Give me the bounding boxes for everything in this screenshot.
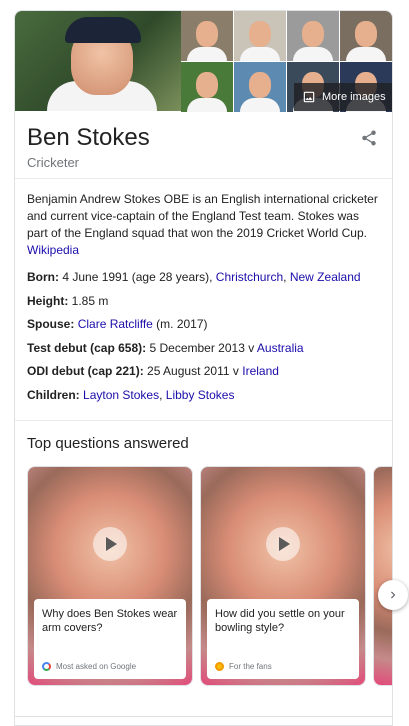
share-icon[interactable] bbox=[360, 129, 378, 147]
thumbnail-image[interactable] bbox=[287, 11, 339, 61]
top-questions-section: Top questions answered Why does Ben Stok… bbox=[15, 421, 392, 688]
play-icon[interactable] bbox=[266, 527, 300, 561]
fact-value: 4 June 1991 (age 28 years), bbox=[62, 270, 213, 284]
fact-label: Height: bbox=[27, 293, 69, 308]
questions-carousel: Why does Ben Stokes wear arm covers? Mos… bbox=[27, 466, 392, 688]
fact-separator: , bbox=[283, 270, 287, 284]
wikipedia-link[interactable]: Wikipedia bbox=[27, 243, 79, 257]
description: Benjamin Andrew Stokes OBE is an English… bbox=[27, 191, 380, 259]
fact-spouse: Spouse: Clare Ratcliffe (m. 2017) bbox=[27, 316, 380, 333]
thumbnail-image[interactable] bbox=[181, 11, 233, 61]
new-zealand-link[interactable]: New Zealand bbox=[290, 270, 361, 284]
fact-separator: , bbox=[159, 387, 163, 402]
question-meta: Most asked on Google bbox=[42, 662, 136, 671]
question-source: Most asked on Google bbox=[56, 662, 137, 671]
play-icon[interactable] bbox=[93, 527, 127, 561]
entity-subtitle: Cricketer bbox=[27, 155, 80, 170]
main-photo[interactable] bbox=[15, 11, 181, 111]
title-section: Ben Stokes Cricketer bbox=[15, 111, 392, 179]
thumbnail-image[interactable] bbox=[181, 62, 233, 112]
question-meta: For the fans bbox=[215, 662, 272, 671]
question-caption: How did you settle on your bowling style… bbox=[207, 599, 359, 679]
description-text: Benjamin Andrew Stokes OBE is an English… bbox=[27, 192, 378, 240]
divider bbox=[14, 716, 393, 717]
fact-label: ODI debut (cap 221): bbox=[27, 364, 144, 378]
more-images-label: More images bbox=[322, 91, 386, 103]
section-heading: Top questions answered bbox=[27, 435, 189, 452]
page-title: Ben Stokes bbox=[27, 124, 150, 151]
fact-value: 1.85 m bbox=[71, 293, 109, 308]
fact-test-debut: Test debut (cap 658): 5 December 2013 v … bbox=[27, 340, 380, 357]
fact-odi-debut: ODI debut (cap 221): 25 August 2011 v Ir… bbox=[27, 363, 380, 380]
fact-height: Height: 1.85 m bbox=[27, 293, 380, 310]
knowledge-panel: More images Ben Stokes Cricketer Benjami… bbox=[14, 10, 393, 726]
christchurch-link[interactable]: Christchurch bbox=[216, 270, 283, 284]
fact-value: 5 December 2013 v bbox=[149, 340, 255, 355]
ireland-link[interactable]: Ireland bbox=[242, 364, 279, 378]
video-thumbnail bbox=[374, 467, 392, 685]
thumbnail-image[interactable] bbox=[340, 11, 392, 61]
question-card[interactable]: How did you settle on your bowling style… bbox=[200, 466, 366, 686]
about-section: Benjamin Andrew Stokes OBE is an English… bbox=[15, 179, 392, 421]
google-icon bbox=[42, 662, 51, 671]
fact-label: Spouse: bbox=[27, 317, 75, 331]
fact-label: Test debut (cap 658): bbox=[27, 340, 147, 355]
question-card-partial[interactable] bbox=[373, 466, 392, 686]
carousel-next-button[interactable] bbox=[378, 580, 408, 610]
question-text: How did you settle on your bowling style… bbox=[215, 608, 345, 634]
fact-label: Children: bbox=[27, 387, 80, 402]
fact-value: (m. 2017) bbox=[156, 317, 208, 331]
image-icon bbox=[303, 91, 315, 103]
fact-label: Born: bbox=[27, 270, 59, 284]
layton-stokes-link[interactable]: Layton Stokes bbox=[83, 388, 159, 402]
fact-children: Children: Layton Stokes, Libby Stokes bbox=[27, 387, 380, 404]
question-text: Why does Ben Stokes wear arm covers? bbox=[42, 608, 178, 634]
spouse-link[interactable]: Clare Ratcliffe bbox=[78, 317, 153, 331]
fact-born: Born: 4 June 1991 (age 28 years), Christ… bbox=[27, 269, 380, 286]
fact-value: 25 August 2011 v bbox=[147, 364, 239, 378]
question-card[interactable]: Why does Ben Stokes wear arm covers? Mos… bbox=[27, 466, 193, 686]
thumbnail-image[interactable] bbox=[234, 62, 286, 112]
australia-link[interactable]: Australia bbox=[257, 341, 304, 355]
chevron-right-icon bbox=[391, 591, 396, 599]
libby-stokes-link[interactable]: Libby Stokes bbox=[166, 388, 235, 402]
thumbnail-image[interactable] bbox=[234, 11, 286, 61]
question-source: For the fans bbox=[229, 662, 272, 671]
question-caption: Why does Ben Stokes wear arm covers? Mos… bbox=[34, 599, 186, 679]
more-images-button[interactable]: More images bbox=[294, 83, 392, 111]
fans-icon bbox=[215, 662, 224, 671]
image-strip: More images bbox=[15, 11, 392, 112]
